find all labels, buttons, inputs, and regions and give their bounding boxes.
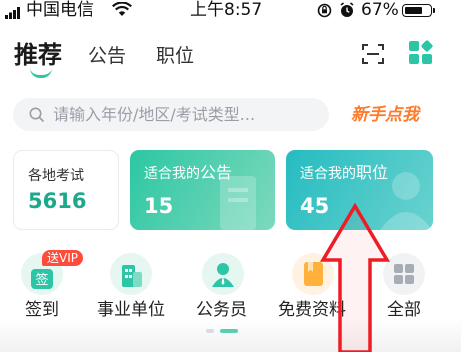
svg-text:签: 签 <box>35 272 48 288</box>
tab-announcements[interactable]: 公告 <box>88 43 126 69</box>
tab-active-indicator <box>30 68 52 78</box>
sign-in-icon: 签 <box>31 269 53 289</box>
clock-label: 上午8:57 <box>190 0 263 20</box>
card-positions-prefix: 适合我的 <box>300 166 356 182</box>
tab-positions[interactable]: 职位 <box>156 43 194 69</box>
civil-servant-icon <box>212 263 234 287</box>
carrier-label: 中国电信 <box>26 0 94 20</box>
annotation-arrow <box>319 202 391 352</box>
status-bar: 中国电信 上午8:57 67% <box>0 0 461 22</box>
card-announcements-title: 公告 <box>200 163 233 182</box>
apps-grid-icon[interactable] <box>408 40 434 70</box>
battery-icon <box>402 4 432 17</box>
card-exams-title: 各地考试 <box>28 168 84 184</box>
alarm-icon <box>339 2 355 22</box>
card-announcements-count: 15 <box>144 194 174 218</box>
card-announcements-prefix: 适合我的 <box>144 166 200 182</box>
institution-building-icon <box>122 265 142 287</box>
vip-badge: 送VIP <box>42 250 83 266</box>
battery-tip <box>433 8 435 13</box>
card-exams-count: 5616 <box>28 189 87 213</box>
search-icon <box>29 107 45 127</box>
shortcut-institution[interactable] <box>110 253 152 295</box>
search-placeholder: 请输入年份/地区/考试类型... <box>53 105 256 124</box>
battery-percent: 67% <box>361 0 399 20</box>
all-grid-icon <box>394 264 414 284</box>
card-announcements[interactable]: 适合我的公告 15 <box>130 150 275 230</box>
card-positions-title: 职位 <box>356 163 389 182</box>
card-exams[interactable]: 各地考试 5616 <box>13 150 119 230</box>
tab-recommended[interactable]: 推荐 <box>14 38 62 72</box>
scan-icon[interactable] <box>361 43 385 69</box>
shortcut-civil-servant[interactable] <box>202 253 244 295</box>
rotation-lock-icon <box>317 3 332 22</box>
signal-icon <box>5 4 21 23</box>
newbie-guide-link[interactable]: 新手点我 <box>351 104 419 126</box>
search-input[interactable]: 请输入年份/地区/考试类型... <box>13 98 329 131</box>
wifi-icon <box>112 1 132 21</box>
